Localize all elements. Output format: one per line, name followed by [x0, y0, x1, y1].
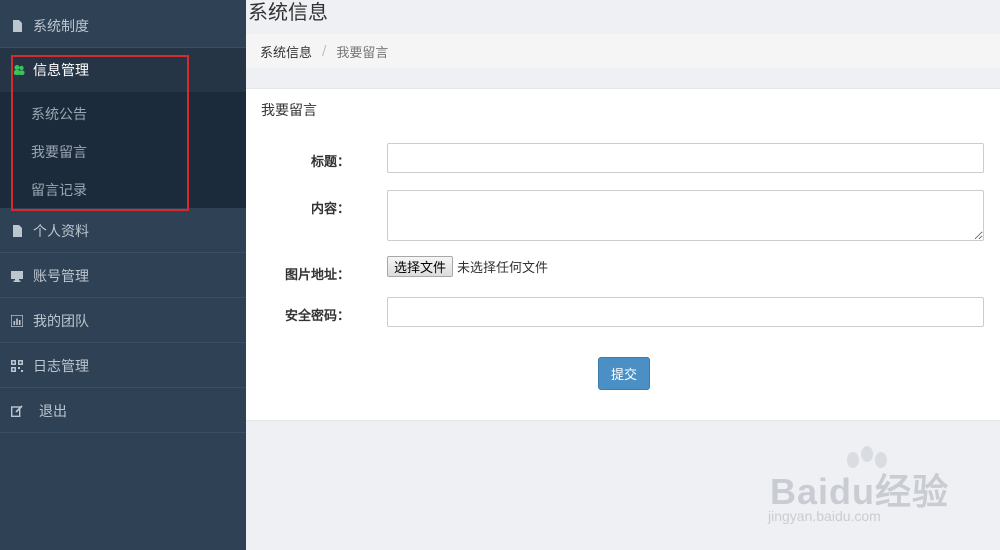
submenu-item-leave-message[interactable]: 我要留言: [31, 142, 87, 162]
sidebar-item-label: 账号管理: [33, 268, 89, 285]
submenu-item-announcements[interactable]: 系统公告: [31, 104, 87, 124]
content-textarea[interactable]: [387, 190, 984, 241]
qrcode-icon: [11, 359, 23, 372]
sidebar-item-logout[interactable]: 退出: [0, 389, 246, 433]
sidebar-item-label: 我的团队: [33, 313, 89, 330]
sidebar-submenu: 系统公告 我要留言 留言记录: [0, 92, 246, 208]
sidebar-item-label: 系统制度: [33, 18, 89, 35]
edit-icon: [11, 404, 23, 417]
title-input[interactable]: [387, 143, 984, 173]
sidebar-item-label: 日志管理: [33, 358, 89, 375]
file-icon: [13, 224, 22, 237]
sidebar-item-label: 退出: [39, 403, 67, 420]
content-label: 内容：: [310, 202, 350, 217]
breadcrumb: 系统信息 / 我要留言: [246, 34, 1000, 68]
monitor-icon: [11, 270, 23, 282]
bar-chart-icon: [11, 314, 23, 327]
panel-heading: 我要留言: [261, 103, 317, 119]
page-title: 系统信息: [248, 2, 328, 24]
submenu-item-message-records[interactable]: 留言记录: [31, 180, 87, 200]
users-icon: [14, 65, 25, 75]
title-label: 标题：: [310, 155, 350, 170]
sidebar: 系统制度 信息管理 系统公告 我要留言 留言记录 个人资料 账号管理 我的团队 …: [0, 0, 246, 550]
sidebar-item-account-management[interactable]: 账号管理: [0, 254, 246, 298]
breadcrumb-item-current: 我要留言: [336, 45, 389, 61]
image-url-label: 图片地址：: [284, 268, 350, 283]
breadcrumb-item-system-info[interactable]: 系统信息: [260, 42, 312, 61]
sidebar-item-info-management[interactable]: 信息管理: [0, 48, 246, 92]
sidebar-item-system-rules[interactable]: 系统制度: [0, 4, 246, 48]
security-password-label: 安全密码：: [284, 309, 350, 324]
watermark-url: jingyan.baidu.com: [768, 508, 881, 524]
security-password-input[interactable]: [387, 297, 984, 327]
sidebar-item-label: 信息管理: [33, 63, 89, 79]
breadcrumb-separator: /: [322, 43, 327, 59]
file-status-text: 未选择任何文件: [457, 261, 549, 276]
file-icon: [13, 19, 22, 32]
message-form-panel: 我要留言 标题： 内容： 图片地址： 选择文件 未选择任何文件 安全密码： 提交: [246, 88, 1000, 421]
choose-file-button[interactable]: 选择文件: [387, 256, 454, 277]
sidebar-item-personal-profile[interactable]: 个人资料: [0, 209, 246, 253]
submit-button[interactable]: 提交: [598, 357, 650, 390]
sidebar-item-label: 个人资料: [33, 223, 89, 240]
sidebar-item-log-management[interactable]: 日志管理: [0, 344, 246, 388]
file-input: 选择文件 未选择任何文件: [387, 256, 548, 277]
sidebar-item-my-team[interactable]: 我的团队: [0, 299, 246, 343]
